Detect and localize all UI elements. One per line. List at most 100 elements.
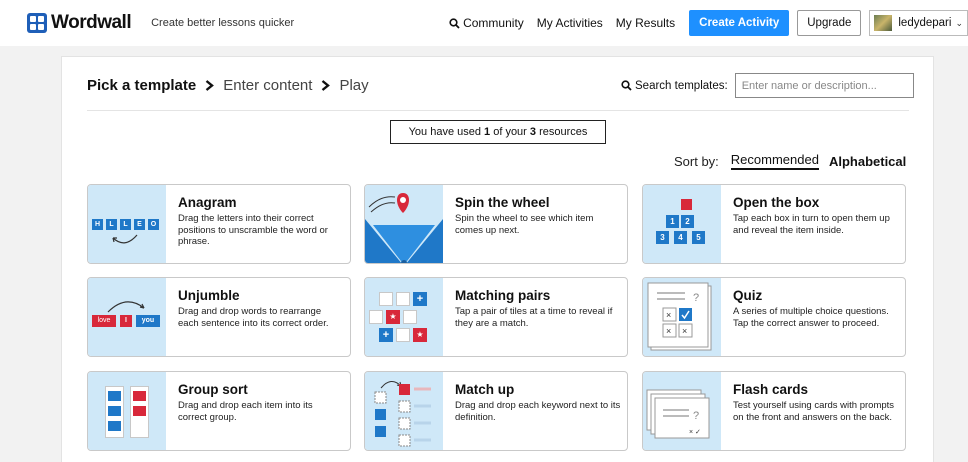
hidden-tile: [379, 292, 393, 306]
quiz-thumbnail: ? × × ×: [643, 278, 721, 356]
sort-alphabetical-option[interactable]: Alphabetical: [829, 154, 906, 169]
open-the-box-thumbnail: 1 2 3 4 5: [643, 185, 721, 263]
template-title: Group sort: [178, 382, 248, 397]
template-card-open-the-box[interactable]: 1 2 3 4 5 Open the box Tap each box in t…: [642, 184, 906, 264]
svg-text:×: ×: [682, 326, 687, 336]
anagram-thumbnail: H L L E O: [88, 185, 166, 263]
template-title: Unjumble: [178, 288, 240, 303]
template-card-spin-the-wheel[interactable]: Spin the wheel Spin the wheel to see whi…: [364, 184, 628, 264]
logo-text: Wordwall: [51, 12, 132, 33]
nav-my-activities-link[interactable]: My Activities: [537, 16, 603, 30]
template-card-match-up[interactable]: Match up Drag and drop each keyword next…: [364, 371, 628, 451]
group-sort-thumbnail: [88, 372, 166, 450]
word-tile: you: [136, 315, 160, 327]
number-box: 5: [692, 231, 705, 244]
group-item: [108, 421, 121, 431]
group-item: [108, 391, 121, 401]
template-description: Drag and drop words to rearrange each se…: [178, 306, 329, 329]
star-tile: ★: [413, 328, 427, 342]
template-title: Spin the wheel: [455, 195, 550, 210]
match-up-icon: [374, 381, 431, 447]
step-pick-template: Pick a template: [87, 77, 197, 94]
svg-text:×: ×: [666, 326, 671, 336]
nav-my-results-link[interactable]: My Results: [616, 16, 675, 30]
template-title: Match up: [455, 382, 515, 397]
search-icon: [621, 80, 632, 91]
template-card-group-sort[interactable]: Group sort Drag and drop each item into …: [87, 371, 351, 451]
flash-cards-thumbnail: ? × ✓: [643, 372, 721, 450]
letter-tile: E: [134, 219, 145, 230]
search-input[interactable]: [734, 73, 914, 98]
template-title: Matching pairs: [455, 288, 551, 303]
template-card-unjumble[interactable]: love I you Unjumble Drag and drop words …: [87, 277, 351, 357]
username: ledydepari: [898, 17, 952, 29]
sort-label: Sort by:: [674, 153, 719, 169]
user-menu[interactable]: ledydepari ⌄: [869, 10, 968, 36]
number-box: 2: [681, 215, 694, 228]
number-box: 1: [666, 215, 679, 228]
main-nav: Community My Activities My Results Creat…: [436, 10, 968, 36]
template-picker-panel: Pick a template Enter content Play Searc…: [61, 56, 934, 462]
nav-community-label: Community: [463, 16, 524, 30]
step-enter-content: Enter content: [223, 77, 313, 94]
letter-tile: O: [148, 219, 159, 230]
template-description: Tap each box in turn to open them up and…: [733, 213, 890, 236]
number-box: 4: [674, 231, 687, 244]
template-description: Drag the letters into their correct posi…: [178, 213, 328, 247]
tagline: Create better lessons quicker: [151, 17, 295, 29]
match-up-thumbnail: [365, 372, 443, 450]
hidden-tile: [396, 328, 410, 342]
template-card-quiz[interactable]: ? × × × Quiz A series of multiple choice…: [642, 277, 906, 357]
spinning-wheel-icon: [365, 193, 443, 263]
template-description: Test yourself using cards with prompts o…: [733, 400, 895, 423]
hidden-tile: [369, 310, 383, 324]
number-box: 3: [656, 231, 669, 244]
usage-prefix: You have used: [408, 126, 485, 138]
svg-text:×: ×: [666, 310, 671, 320]
template-title: Anagram: [178, 195, 237, 210]
template-title: Flash cards: [733, 382, 809, 397]
group-item: [133, 406, 146, 416]
group-item: [133, 391, 146, 401]
template-card-flash-cards[interactable]: ? × ✓ Flash cards Test yourself using ca…: [642, 371, 906, 451]
template-title: Quiz: [733, 288, 763, 303]
template-title: Open the box: [733, 195, 820, 210]
template-description: A series of multiple choice questions. T…: [733, 306, 889, 329]
sort-recommended-option[interactable]: Recommended: [730, 152, 819, 170]
create-activity-button[interactable]: Create Activity: [689, 10, 790, 36]
svg-text:?: ?: [693, 292, 699, 304]
word-tile: love: [92, 315, 116, 327]
upgrade-button[interactable]: Upgrade: [797, 10, 862, 36]
usage-middle: of your: [490, 126, 530, 138]
chevron-right-icon: [205, 80, 215, 91]
chevron-down-icon: ⌄: [955, 17, 963, 28]
divider: [87, 110, 909, 111]
unjumble-thumbnail: love I you: [88, 278, 166, 356]
nav-community-link[interactable]: Community: [449, 16, 524, 30]
template-search: Search templates:: [621, 73, 914, 98]
open-box-lid: [681, 199, 692, 210]
chevron-right-icon: [321, 80, 331, 91]
matching-pairs-thumbnail: + ★ + ★: [365, 278, 443, 356]
swap-arrow-icon: [112, 234, 138, 244]
template-card-matching-pairs[interactable]: + ★ + ★ Matching pairs Tap a pair of til…: [364, 277, 628, 357]
hidden-tile: [396, 292, 410, 306]
template-card-anagram[interactable]: H L L E O Anagram Drag the letters into …: [87, 184, 351, 264]
curved-arrow-icon: [107, 301, 145, 313]
svg-text:× ✓: × ✓: [689, 429, 701, 436]
flash-card-stack-icon: ? × ✓: [646, 389, 710, 439]
template-description: Drag and drop each item into its correct…: [178, 400, 313, 423]
usage-suffix: resources: [536, 126, 588, 138]
spin-the-wheel-thumbnail: [365, 185, 443, 263]
search-icon: [449, 17, 460, 29]
breadcrumb: Pick a template Enter content Play: [87, 77, 369, 94]
quiz-card-icon: ? × × ×: [647, 282, 712, 351]
step-play: Play: [339, 77, 369, 94]
plus-tile: +: [413, 292, 427, 306]
wordwall-logo[interactable]: Wordwall: [27, 12, 132, 34]
svg-text:?: ?: [693, 410, 699, 422]
word-tile: I: [120, 315, 132, 327]
avatar: [874, 15, 893, 31]
letter-tile: L: [120, 219, 131, 230]
group-item: [108, 406, 121, 416]
